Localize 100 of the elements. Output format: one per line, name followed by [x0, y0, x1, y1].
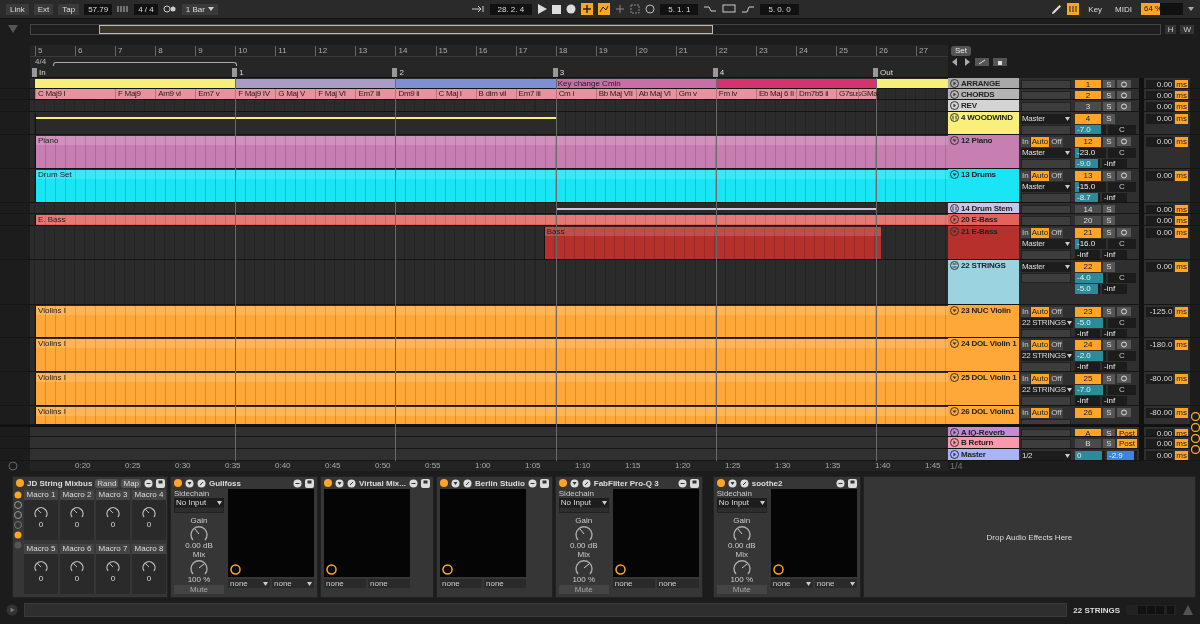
metronome-icon[interactable]	[162, 5, 177, 13]
gain-knob-icon[interactable]	[189, 525, 209, 541]
loop-start-field[interactable]: 5. 1. 1	[660, 3, 699, 15]
monitor-button[interactable]: Auto	[1030, 306, 1050, 317]
mute-button[interactable]: Mute	[716, 585, 767, 594]
track-delay-field[interactable]: 0.00	[1146, 215, 1174, 225]
fold-icon[interactable]	[950, 170, 959, 179]
caret-icon[interactable]	[1065, 264, 1070, 269]
output-routing-dropdown[interactable]: 22 STRINGS	[1021, 350, 1073, 361]
arm-button[interactable]	[1117, 80, 1131, 88]
delay-unit-button[interactable]: ms	[1175, 407, 1188, 418]
track-delay-field[interactable]: 0.00	[1146, 227, 1174, 238]
hot-swap-icon[interactable]	[144, 478, 154, 488]
caret-icon[interactable]	[1066, 320, 1072, 325]
track-delay-field[interactable]: 0.00	[1146, 101, 1174, 111]
volume-field[interactable]: -16.0	[1075, 238, 1106, 249]
solo-button[interactable]: S	[1103, 438, 1115, 448]
overview-selection[interactable]	[99, 24, 713, 34]
track-name[interactable]: 13 Drums	[961, 170, 996, 179]
sends-toggle-icon[interactable]	[1191, 423, 1200, 432]
solo-button[interactable]: S	[1103, 136, 1115, 147]
locator[interactable]: 3	[552, 68, 565, 77]
group-icon[interactable]	[950, 204, 959, 213]
macro-knob-panel[interactable]: Macro 6 0	[60, 544, 94, 594]
track-name[interactable]: 25 DOL Violin 1	[961, 373, 1017, 382]
solo-button[interactable]: S	[1103, 339, 1115, 350]
track-header[interactable]: 24 DOL Violin 1	[948, 338, 1019, 371]
track-delay-field[interactable]: 0.00	[1146, 204, 1174, 213]
gain-knob-icon[interactable]	[573, 525, 594, 541]
save-icon[interactable]	[539, 478, 549, 488]
caret-icon[interactable]	[1065, 150, 1070, 155]
device-name[interactable]: JD String Mixbus	[27, 478, 93, 488]
send-field[interactable]: -inf	[1102, 361, 1127, 371]
pan-field[interactable]: C	[1108, 317, 1136, 328]
input-field[interactable]	[1021, 215, 1071, 225]
macro-knob-panel[interactable]: Macro 8 0	[132, 544, 166, 594]
solo-button[interactable]: S	[1103, 204, 1115, 213]
plugin-edit-icon[interactable]	[772, 564, 784, 575]
nudge-icon[interactable]	[117, 5, 130, 13]
sidechain-channel-field[interactable]	[558, 507, 609, 513]
chord-label[interactable]: Dm9 ii	[395, 89, 420, 99]
chord-label[interactable]: C Maj I	[435, 89, 462, 99]
locator[interactable]: In	[32, 68, 46, 77]
follow-icon[interactable]	[470, 5, 485, 13]
track-name[interactable]: REV	[961, 101, 977, 110]
hot-swap-icon[interactable]	[293, 478, 302, 488]
solo-button[interactable]: S	[1103, 373, 1115, 384]
unfold-icon[interactable]	[950, 90, 959, 99]
track-delay-field[interactable]: -80.00	[1146, 407, 1174, 418]
mute-button[interactable]: Mute	[558, 585, 609, 594]
device-power-button[interactable]	[558, 479, 567, 487]
filter-icon[interactable]	[451, 478, 460, 488]
filter-icon[interactable]	[185, 478, 194, 488]
plus-icon[interactable]	[615, 4, 626, 14]
monitor-button[interactable]: In	[1021, 306, 1030, 317]
mix-knob-icon[interactable]	[731, 559, 752, 575]
output-routing-dropdown[interactable]: Master	[1021, 113, 1071, 124]
volume-field[interactable]: -23.0	[1075, 147, 1106, 158]
track-activator-button[interactable]: 4	[1075, 113, 1101, 124]
mix-knob-icon[interactable]	[573, 559, 594, 575]
input-field[interactable]	[1021, 428, 1071, 436]
send-field[interactable]: -inf	[1075, 395, 1100, 405]
save-icon[interactable]	[305, 478, 314, 488]
automation-icon[interactable]	[598, 3, 611, 15]
wrench-icon[interactable]	[197, 478, 206, 488]
monitor-button[interactable]: Off	[1050, 339, 1063, 350]
volume-field[interactable]: -7.0	[1075, 124, 1106, 134]
track-header[interactable]: 23 NUC Violin	[948, 305, 1019, 337]
track-activator-button[interactable]: 13	[1075, 170, 1101, 181]
ext-button[interactable]: Ext	[33, 3, 54, 15]
monitor-button[interactable]: In	[1021, 373, 1030, 384]
input-field[interactable]	[1021, 124, 1071, 134]
unfold-icon[interactable]	[950, 101, 959, 110]
track-activator-button[interactable]: 26	[1075, 407, 1101, 418]
track-header[interactable]: REV	[948, 100, 1019, 111]
solo-button[interactable]: S	[1103, 90, 1115, 99]
input-field[interactable]	[1021, 204, 1071, 213]
pan-field[interactable]: C	[1108, 384, 1136, 395]
chord-label[interactable]: Ab Maj VI	[635, 89, 671, 99]
unfold-icon[interactable]	[950, 215, 959, 224]
chord-label[interactable]: Bb Maj VII	[595, 89, 633, 99]
monitor-button[interactable]: Auto	[1030, 136, 1050, 147]
monitor-button[interactable]: In	[1021, 170, 1030, 181]
locator[interactable]: 4	[712, 68, 725, 77]
track-name[interactable]: 22 STRINGS	[961, 261, 1006, 270]
hot-swap-icon[interactable]	[409, 478, 418, 488]
track-activator-button[interactable]: 20	[1075, 215, 1101, 225]
plugin-edit-icon[interactable]	[442, 564, 453, 575]
track-activator-button[interactable]: 21	[1075, 227, 1101, 238]
delay-unit-button[interactable]: ms	[1175, 306, 1188, 317]
monitor-button[interactable]: Auto	[1030, 339, 1050, 350]
track-delay-field[interactable]: -80.00	[1146, 373, 1174, 384]
overview-zoom-button[interactable]: H	[1164, 24, 1177, 34]
track-activator-button[interactable]: 3	[1075, 101, 1101, 111]
device-name[interactable]: FabFilter Pro-Q 3	[593, 478, 675, 488]
solo-button[interactable]: S	[1103, 170, 1115, 181]
tempo-field[interactable]: 57.79	[84, 3, 113, 15]
input-field[interactable]	[1021, 361, 1071, 371]
volume-field[interactable]: -4.0	[1075, 272, 1106, 283]
solo-button[interactable]: S	[1103, 407, 1115, 418]
